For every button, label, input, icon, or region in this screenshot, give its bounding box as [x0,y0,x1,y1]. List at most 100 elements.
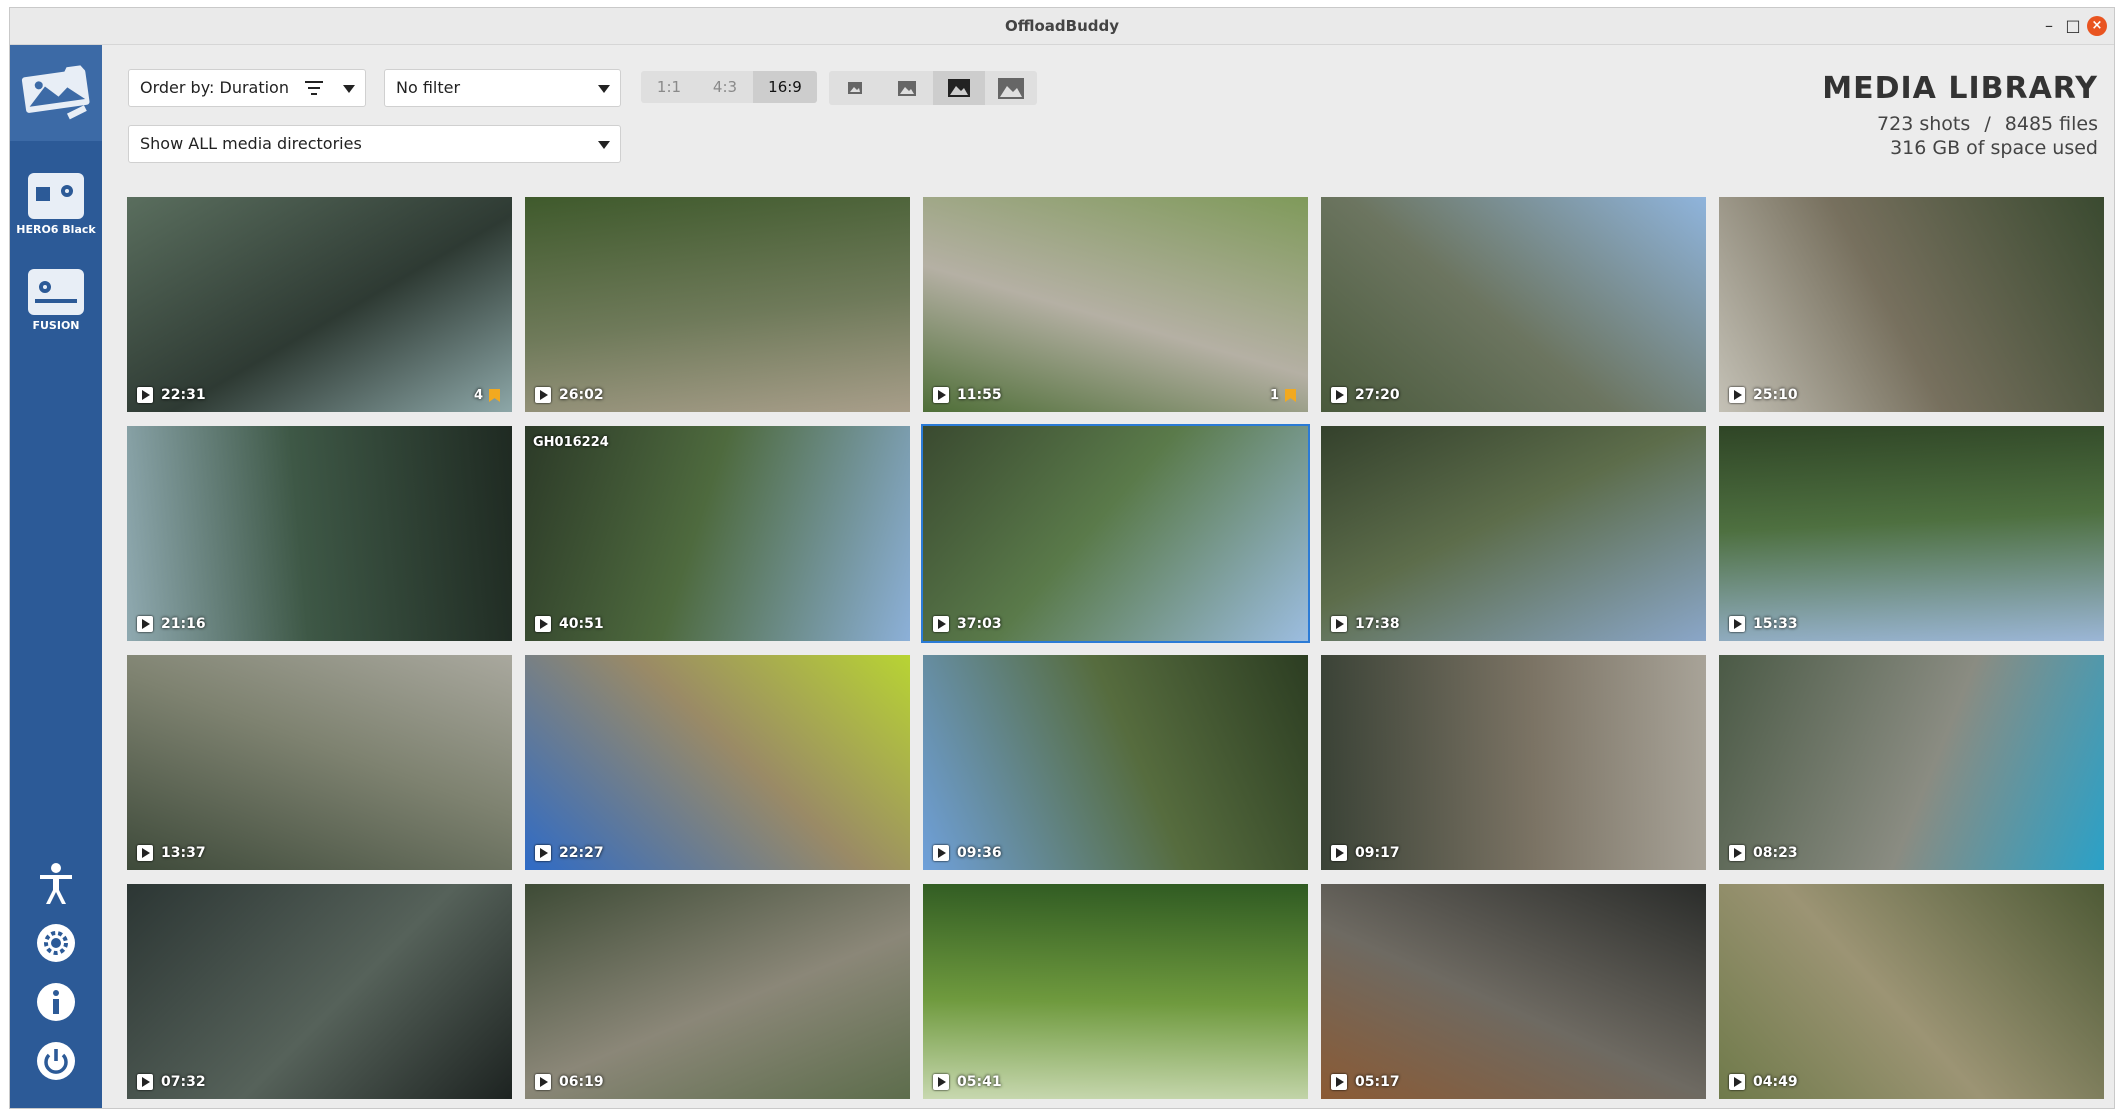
app-logo[interactable] [10,45,102,141]
thumbnail-image [923,655,1308,870]
video-play-icon [1729,1074,1745,1090]
thumb-size-small-button[interactable] [829,71,881,105]
media-thumbnail[interactable]: 22:31 4 [127,197,512,412]
video-play-icon [933,387,949,403]
duration-text: 06:19 [559,1074,604,1090]
highlight-count: 4 [474,388,500,403]
duration-text: 25:10 [1753,387,1798,403]
aspect-1-1-button[interactable]: 1:1 [641,71,697,103]
window-title: OffloadBuddy [1004,17,1120,35]
media-duration: 25:10 [1729,387,1798,403]
media-duration: 17:38 [1331,616,1400,632]
order-by-dropdown[interactable]: Order by: Duration [128,69,366,107]
media-thumbnail[interactable]: 17:38 [1321,426,1706,641]
media-thumbnail[interactable]: 07:32 [127,884,512,1099]
highlight-count: 1 [1270,388,1296,403]
video-play-icon [1331,387,1347,403]
video-play-icon [1729,387,1745,403]
duration-text: 22:31 [161,387,206,403]
highlight-count-text: 1 [1269,388,1279,403]
filter-dropdown[interactable]: No filter [384,69,621,107]
power-button[interactable] [33,1038,79,1084]
media-thumbnail[interactable]: 26:02 [525,197,910,412]
thumbnail-image [127,655,512,870]
media-thumbnail[interactable]: 13:37 [127,655,512,870]
info-icon [37,983,75,1021]
highlight-tag-icon [1285,389,1296,402]
count-separator: / [1984,113,1991,135]
media-thumbnail[interactable]: 05:41 [923,884,1308,1099]
media-duration: 37:03 [933,616,1002,632]
media-thumbnail[interactable]: 05:17 [1321,884,1706,1099]
accessibility-button[interactable] [33,861,79,907]
thumbnail-image [923,426,1308,641]
order-by-label: Order by: Duration [140,78,289,97]
device-hero6[interactable]: HERO6 Black [10,173,102,236]
device-fusion[interactable]: FUSION [10,269,102,332]
directories-label: Show ALL media directories [140,134,362,153]
thumbnail-image [525,197,910,412]
highlight-count-text: 4 [473,388,483,403]
media-thumbnail[interactable]: 09:17 [1321,655,1706,870]
thumbnail-image [1321,197,1706,412]
settings-gear-icon [37,924,75,962]
shots-count: 723 shots [1877,113,1971,135]
minimize-button[interactable]: – [2039,16,2059,36]
thumb-size-medium-button[interactable] [881,71,933,105]
duration-text: 09:17 [1355,845,1400,861]
duration-text: 13:37 [161,845,206,861]
thumbnail-image [1321,426,1706,641]
close-button[interactable]: × [2087,16,2107,36]
media-thumbnail[interactable]: 15:33 [1719,426,2104,641]
media-thumbnail[interactable]: 25:10 [1719,197,2104,412]
thumbnail-image [1321,884,1706,1099]
duration-text: 04:49 [1753,1074,1798,1090]
media-thumbnail[interactable]: 09:36 [923,655,1308,870]
media-duration: 13:37 [137,845,206,861]
media-thumbnail[interactable]: 27:20 [1321,197,1706,412]
duration-text: 05:41 [957,1074,1002,1090]
media-thumbnail[interactable]: 11:55 1 [923,197,1308,412]
video-play-icon [1729,616,1745,632]
duration-text: 09:36 [957,845,1002,861]
media-duration: 04:49 [1729,1074,1798,1090]
aspect-16-9-button[interactable]: 16:9 [753,71,817,103]
info-button[interactable] [33,979,79,1025]
maximize-button[interactable]: □ [2063,16,2083,36]
thumb-size-large-button[interactable] [933,71,985,105]
media-duration: 21:16 [137,616,206,632]
aspect-4-3-button[interactable]: 4:3 [697,71,753,103]
media-duration: 07:32 [137,1074,206,1090]
library-counts: 723 shots / 8485 files [1877,113,2098,135]
media-thumbnail[interactable]: 37:03 [921,424,1310,643]
thumbnail-image [525,426,910,641]
media-thumbnail[interactable]: 04:49 [1719,884,2104,1099]
directories-dropdown[interactable]: Show ALL media directories [128,125,621,163]
media-duration: 11:55 [933,387,1002,403]
media-thumbnail[interactable]: GH016224 40:51 [525,426,910,641]
media-thumbnail[interactable]: 06:19 [525,884,910,1099]
media-thumbnail[interactable]: 08:23 [1719,655,2104,870]
title-bar: OffloadBuddy – □ × [10,8,2114,45]
thumbnail-size-selector [829,71,1037,105]
settings-button[interactable] [33,920,79,966]
thumbnail-image [923,197,1308,412]
media-thumbnail[interactable]: 22:27 [525,655,910,870]
video-play-icon [535,1074,551,1090]
duration-text: 40:51 [559,616,604,632]
thumb-size-xlarge-button[interactable] [985,71,1037,105]
duration-text: 37:03 [957,616,1002,632]
duration-text: 15:33 [1753,616,1798,632]
video-play-icon [1331,845,1347,861]
media-duration: 15:33 [1729,616,1798,632]
thumbnail-image [1719,655,2104,870]
media-duration: 40:51 [535,616,604,632]
thumbnail-image [1719,884,2104,1099]
media-thumbnail[interactable]: 21:16 [127,426,512,641]
media-duration: 08:23 [1729,845,1798,861]
duration-text: 05:17 [1355,1074,1400,1090]
thumbnail-image [923,884,1308,1099]
media-duration: 22:27 [535,845,604,861]
thumbnail-image [1321,655,1706,870]
page-title: MEDIA LIBRARY [1822,71,2098,106]
